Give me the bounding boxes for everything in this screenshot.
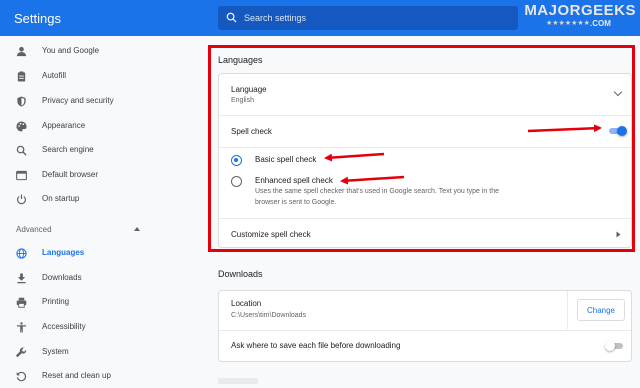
sidebar: You and Google Autofill Privacy and secu…: [0, 36, 205, 384]
enhanced-spell-check-description-2: browser is sent to Google.: [255, 199, 337, 206]
sidebar-item-label: Default browser: [42, 170, 99, 179]
enhanced-spell-check-radio[interactable]: [231, 176, 242, 187]
printer-icon: [16, 297, 27, 308]
browser-icon: [16, 170, 27, 181]
sidebar-item-downloads[interactable]: Downloads: [0, 268, 205, 290]
downloads-card: Location C:\Users\tim\Downloads Change A…: [218, 290, 632, 362]
sidebar-item-label: Search engine: [42, 145, 94, 154]
search-icon: [226, 12, 237, 23]
sidebar-item-label: Privacy and security: [42, 96, 114, 105]
download-location-row: Location C:\Users\tim\Downloads Change: [219, 291, 631, 329]
sidebar-item-printing[interactable]: Printing: [0, 292, 205, 314]
watermark-suffix: .COM: [590, 19, 611, 28]
power-icon: [16, 194, 27, 205]
enhanced-spell-check-description-1: Uses the same spell checker that's used …: [255, 188, 500, 195]
person-icon: [16, 46, 27, 57]
sidebar-item-label: Printing: [42, 297, 70, 306]
clipboard-icon: [17, 71, 26, 82]
language-label: Language: [231, 85, 267, 94]
ask-save-row: Ask where to save each file before downl…: [219, 331, 631, 361]
chevron-down-icon[interactable]: [613, 87, 623, 97]
sidebar-item-reset[interactable]: Reset and clean up: [0, 366, 205, 388]
wrench-icon: [16, 347, 27, 357]
ask-save-toggle[interactable]: [605, 340, 625, 352]
reset-icon: [16, 371, 27, 382]
sidebar-item-autofill[interactable]: Autofill: [0, 66, 205, 88]
sidebar-item-appearance[interactable]: Appearance: [0, 116, 205, 138]
sidebar-item-label: Reset and clean up: [42, 371, 111, 380]
enhanced-spell-check-option[interactable]: Enhanced spell check Uses the same spell…: [219, 174, 631, 214]
advanced-section-toggle[interactable]: Advanced: [0, 223, 205, 239]
change-location-button[interactable]: Change: [577, 299, 625, 321]
sidebar-item-search-engine[interactable]: Search engine: [0, 140, 205, 162]
sidebar-item-label: Languages: [42, 248, 85, 257]
languages-card: Language English Spell check Basic spell…: [218, 73, 632, 248]
languages-section-title: Languages: [218, 55, 263, 65]
sidebar-item-label: You and Google: [42, 46, 100, 55]
spell-check-row: Spell check: [219, 116, 631, 146]
palette-icon: [16, 121, 27, 132]
top-bar: Settings MAJORGEEKS ★★★★★★★ .COM: [0, 0, 640, 36]
sidebar-item-label: Autofill: [42, 71, 67, 80]
download-icon: [17, 273, 26, 284]
location-label: Location: [231, 299, 262, 308]
sidebar-item-label: On startup: [42, 194, 80, 203]
spell-check-toggle[interactable]: [607, 125, 627, 137]
sidebar-item-privacy[interactable]: Privacy and security: [0, 91, 205, 113]
downloads-section-title: Downloads: [218, 269, 263, 279]
location-value: C:\Users\tim\Downloads: [231, 312, 307, 319]
sidebar-item-label: Appearance: [42, 121, 86, 130]
sidebar-item-default-browser[interactable]: Default browser: [0, 165, 205, 187]
customize-spell-check-label: Customize spell check: [231, 230, 311, 239]
basic-spell-check-label: Basic spell check: [255, 155, 317, 164]
watermark-stars: ★★★★★★★: [546, 20, 590, 27]
accessibility-icon: [16, 322, 27, 333]
basic-spell-check-option[interactable]: Basic spell check: [219, 149, 631, 171]
chevron-up-icon: [134, 227, 140, 231]
sidebar-item-label: System: [42, 347, 69, 356]
app-title: Settings: [14, 11, 61, 26]
sidebar-item-label: Accessibility: [42, 322, 86, 331]
caret-right-icon: [616, 231, 621, 238]
sidebar-item-on-startup[interactable]: On startup: [0, 189, 205, 211]
globe-icon: [16, 248, 27, 259]
divider: [219, 147, 631, 148]
sidebar-item-label: Downloads: [42, 273, 82, 282]
sidebar-item-you-and-google[interactable]: You and Google: [0, 41, 205, 63]
majorgeeks-logo: MAJORGEEKS ★★★★★★★ .COM: [524, 2, 636, 34]
language-value: English: [231, 97, 254, 104]
search-input[interactable]: [244, 10, 504, 26]
watermark-brand: MAJORGEEKS: [524, 2, 636, 19]
advanced-label: Advanced: [16, 225, 52, 234]
customize-spell-check-row[interactable]: Customize spell check: [219, 219, 631, 249]
divider: [567, 291, 568, 329]
shield-icon: [17, 96, 26, 107]
ask-save-label: Ask where to save each file before downl…: [231, 341, 401, 350]
basic-spell-check-radio[interactable]: [231, 155, 242, 166]
language-row[interactable]: Language English: [219, 74, 631, 114]
next-section-title-clipped: [218, 378, 258, 384]
enhanced-spell-check-label: Enhanced spell check: [255, 176, 333, 185]
sidebar-item-accessibility[interactable]: Accessibility: [0, 317, 205, 339]
sidebar-item-system[interactable]: System: [0, 342, 205, 364]
spell-check-label: Spell check: [231, 127, 272, 136]
search-icon: [16, 145, 27, 156]
sidebar-item-languages[interactable]: Languages: [0, 243, 205, 265]
search-box[interactable]: [218, 6, 518, 30]
